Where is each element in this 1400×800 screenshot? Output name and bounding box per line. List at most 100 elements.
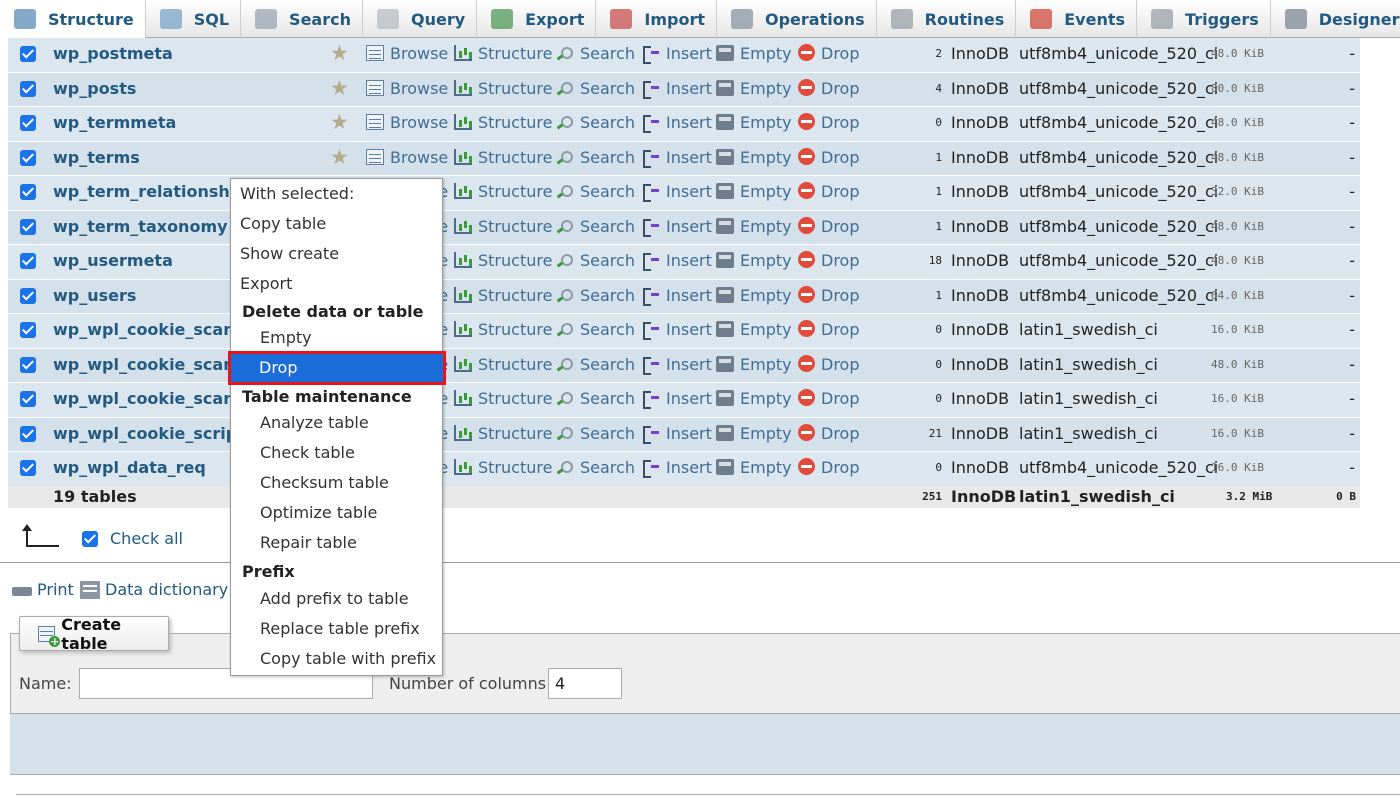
tab-designer[interactable]: Designer bbox=[1271, 0, 1400, 38]
row-checkbox[interactable] bbox=[20, 253, 36, 269]
search-action-link[interactable]: Search bbox=[556, 211, 635, 245]
search-action-link[interactable]: Search bbox=[556, 314, 635, 348]
table-name-link[interactable]: wp_wpl_cookie_scan_ bbox=[53, 383, 243, 417]
table-name-link[interactable]: wp_wpl_cookie_scan_ bbox=[53, 349, 243, 383]
drop-action-link[interactable]: Drop bbox=[798, 107, 860, 141]
structure-action-link[interactable]: Structure bbox=[454, 245, 552, 279]
drop-action-link[interactable]: Drop bbox=[798, 245, 860, 279]
menu-item-drop[interactable]: Drop bbox=[228, 351, 446, 385]
row-checkbox[interactable] bbox=[20, 460, 36, 476]
menu-item-repair-table[interactable]: Repair table bbox=[231, 528, 442, 558]
search-action-link[interactable]: Search bbox=[556, 349, 635, 383]
structure-action-link[interactable]: Structure bbox=[454, 418, 552, 452]
structure-action-link[interactable]: Structure bbox=[454, 383, 552, 417]
structure-action-link[interactable]: Structure bbox=[454, 452, 552, 486]
search-action-link[interactable]: Search bbox=[556, 107, 635, 141]
menu-item-copy-table-with-prefix[interactable]: Copy table with prefix bbox=[231, 644, 442, 674]
data-dictionary-link[interactable]: Data dictionary bbox=[80, 580, 228, 599]
table-name-link[interactable]: wp_term_taxonomy bbox=[53, 211, 228, 245]
tab-import[interactable]: Import bbox=[596, 0, 717, 38]
insert-action-link[interactable]: Insert bbox=[642, 107, 712, 141]
insert-action-link[interactable]: Insert bbox=[642, 383, 712, 417]
empty-action-link[interactable]: Empty bbox=[716, 38, 792, 72]
search-action-link[interactable]: Search bbox=[556, 452, 635, 486]
row-checkbox[interactable] bbox=[20, 149, 36, 166]
browse-action-link[interactable]: Browse bbox=[366, 38, 448, 72]
row-checkbox[interactable] bbox=[20, 80, 36, 97]
favorite-star-icon[interactable]: ★ bbox=[330, 107, 349, 141]
search-action-link[interactable]: Search bbox=[556, 38, 635, 72]
empty-action-link[interactable]: Empty bbox=[716, 73, 792, 107]
favorite-star-icon[interactable]: ★ bbox=[330, 38, 349, 72]
empty-action-link[interactable]: Empty bbox=[716, 176, 792, 210]
drop-action-link[interactable]: Drop bbox=[798, 73, 860, 107]
structure-action-link[interactable]: Structure bbox=[454, 107, 552, 141]
menu-item-copy-table[interactable]: Copy table bbox=[231, 209, 442, 239]
search-action-link[interactable]: Search bbox=[556, 418, 635, 452]
menu-item-check-table[interactable]: Check table bbox=[231, 438, 442, 468]
insert-action-link[interactable]: Insert bbox=[642, 211, 712, 245]
empty-action-link[interactable]: Empty bbox=[716, 349, 792, 383]
empty-action-link[interactable]: Empty bbox=[716, 314, 792, 348]
drop-action-link[interactable]: Drop bbox=[798, 38, 860, 72]
tab-structure[interactable]: Structure bbox=[0, 0, 146, 38]
insert-action-link[interactable]: Insert bbox=[642, 349, 712, 383]
menu-item-show-create[interactable]: Show create bbox=[231, 239, 442, 269]
empty-action-link[interactable]: Empty bbox=[716, 142, 792, 176]
drop-action-link[interactable]: Drop bbox=[798, 418, 860, 452]
menu-item-export[interactable]: Export bbox=[231, 269, 442, 299]
favorite-star-icon[interactable]: ★ bbox=[330, 142, 349, 176]
table-name-link[interactable]: wp_usermeta bbox=[53, 245, 173, 279]
row-checkbox[interactable] bbox=[20, 218, 36, 235]
empty-action-link[interactable]: Empty bbox=[716, 383, 792, 417]
tab-sql[interactable]: SQL bbox=[146, 0, 242, 38]
row-checkbox[interactable] bbox=[20, 322, 36, 338]
tab-export[interactable]: Export bbox=[477, 0, 597, 38]
check-all-label[interactable]: Check all bbox=[110, 529, 183, 548]
empty-action-link[interactable]: Empty bbox=[716, 245, 792, 279]
tab-triggers[interactable]: Triggers bbox=[1137, 0, 1271, 38]
tab-query[interactable]: Query bbox=[363, 0, 478, 38]
menu-item-add-prefix-to-table[interactable]: Add prefix to table bbox=[231, 584, 442, 614]
empty-action-link[interactable]: Empty bbox=[716, 418, 792, 452]
insert-action-link[interactable]: Insert bbox=[642, 73, 712, 107]
insert-action-link[interactable]: Insert bbox=[642, 452, 712, 486]
drop-action-link[interactable]: Drop bbox=[798, 176, 860, 210]
row-checkbox[interactable] bbox=[20, 287, 36, 304]
structure-action-link[interactable]: Structure bbox=[454, 73, 552, 107]
insert-action-link[interactable]: Insert bbox=[642, 38, 712, 72]
empty-action-link[interactable]: Empty bbox=[716, 280, 792, 314]
empty-action-link[interactable]: Empty bbox=[716, 211, 792, 245]
number-of-columns-input[interactable]: 4 bbox=[548, 668, 622, 699]
table-name-link[interactable]: wp_postmeta bbox=[53, 38, 173, 72]
insert-action-link[interactable]: Insert bbox=[642, 142, 712, 176]
table-name-link[interactable]: wp_wpl_cookie_scripts bbox=[53, 418, 254, 452]
row-checkbox[interactable] bbox=[20, 356, 36, 373]
insert-action-link[interactable]: Insert bbox=[642, 280, 712, 314]
drop-action-link[interactable]: Drop bbox=[798, 211, 860, 245]
table-name-link[interactable]: wp_terms bbox=[53, 142, 140, 176]
insert-action-link[interactable]: Insert bbox=[642, 314, 712, 348]
table-name-link[interactable]: wp_wpl_cookie_scan bbox=[53, 314, 235, 348]
insert-action-link[interactable]: Insert bbox=[642, 418, 712, 452]
search-action-link[interactable]: Search bbox=[556, 280, 635, 314]
row-checkbox[interactable] bbox=[20, 46, 36, 62]
tab-search[interactable]: Search bbox=[241, 0, 363, 38]
drop-action-link[interactable]: Drop bbox=[798, 383, 860, 417]
drop-action-link[interactable]: Drop bbox=[798, 142, 860, 176]
print-link[interactable]: Print bbox=[12, 580, 74, 599]
browse-action-link[interactable]: Browse bbox=[366, 107, 448, 141]
menu-item-optimize-table[interactable]: Optimize table bbox=[231, 498, 442, 528]
menu-item-replace-table-prefix[interactable]: Replace table prefix bbox=[231, 614, 442, 644]
search-action-link[interactable]: Search bbox=[556, 176, 635, 210]
table-name-link[interactable]: wp_wpl_data_req bbox=[53, 452, 206, 486]
structure-action-link[interactable]: Structure bbox=[454, 38, 552, 72]
tab-events[interactable]: Events bbox=[1016, 0, 1138, 38]
empty-action-link[interactable]: Empty bbox=[716, 452, 792, 486]
browse-action-link[interactable]: Browse bbox=[366, 142, 448, 176]
structure-action-link[interactable]: Structure bbox=[454, 314, 552, 348]
drop-action-link[interactable]: Drop bbox=[798, 314, 860, 348]
table-name-link[interactable]: wp_posts bbox=[53, 73, 136, 107]
table-name-link[interactable]: wp_termmeta bbox=[53, 107, 176, 141]
insert-action-link[interactable]: Insert bbox=[642, 176, 712, 210]
